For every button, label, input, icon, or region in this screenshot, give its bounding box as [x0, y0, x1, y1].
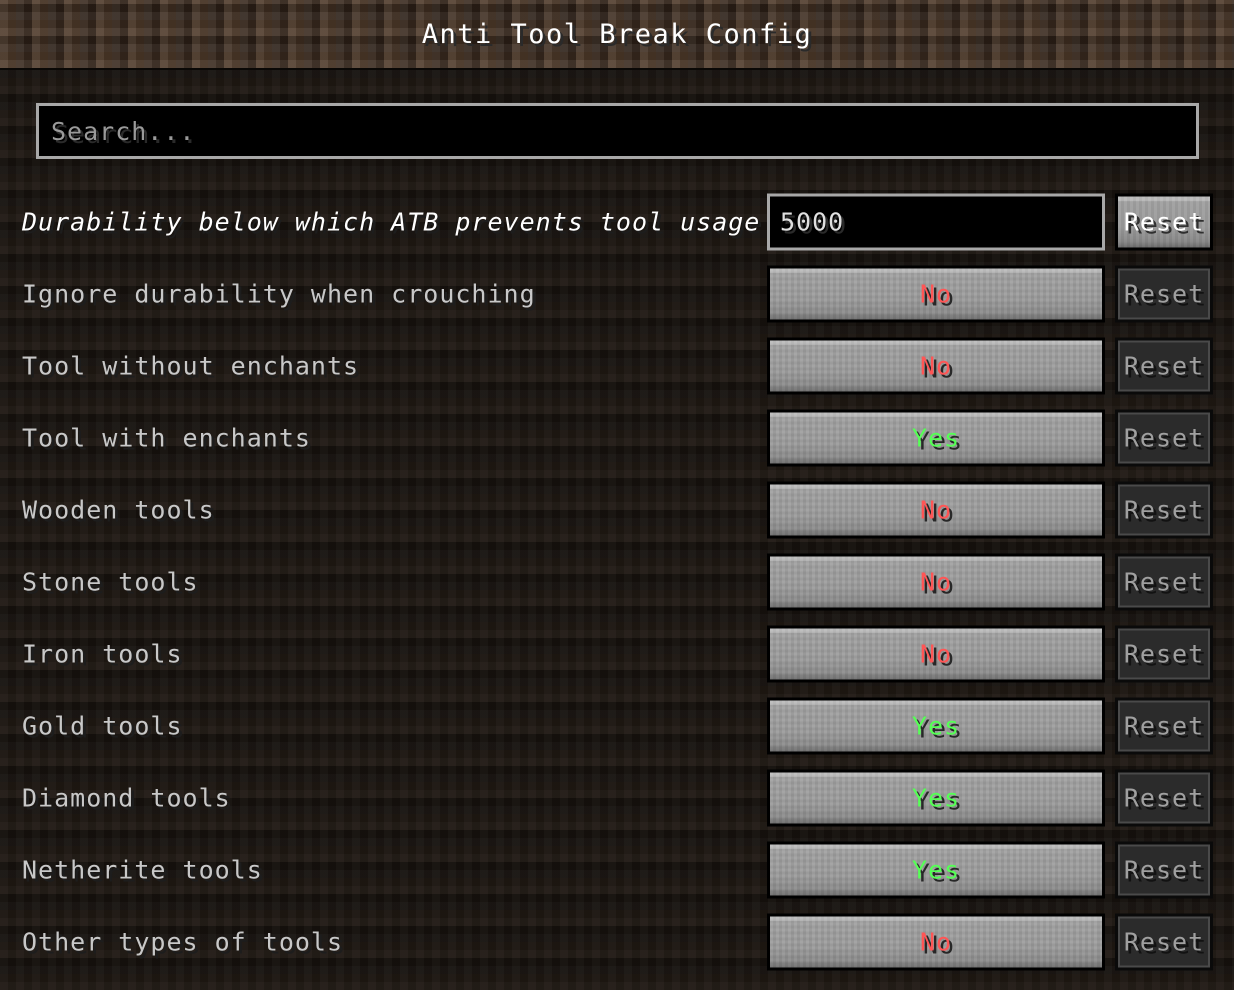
- option-toggle-button[interactable]: No: [767, 625, 1105, 683]
- search-input[interactable]: [51, 106, 1196, 156]
- option-label: Tool with enchants: [22, 423, 311, 453]
- option-toggle-button[interactable]: No: [767, 913, 1105, 971]
- screen-header: Anti Tool Break Config: [0, 0, 1234, 70]
- option-label: Other types of tools: [22, 927, 344, 957]
- option-toggle-value: No: [919, 567, 953, 597]
- option-toggle-value: No: [919, 927, 953, 957]
- option-toggle-value: Yes: [911, 855, 961, 885]
- option-toggle-value: Yes: [911, 423, 961, 453]
- option-row: Stone tools No Reset: [0, 546, 1234, 618]
- option-toggle-button[interactable]: Yes: [767, 409, 1105, 467]
- option-label: Stone tools: [22, 567, 199, 597]
- reset-button: Reset: [1115, 481, 1213, 539]
- option-row: Gold tools Yes Reset: [0, 690, 1234, 762]
- option-toggle-button[interactable]: Yes: [767, 769, 1105, 827]
- option-label: Durability below which ATB prevents tool…: [22, 207, 761, 237]
- option-row: Tool without enchants No Reset: [0, 330, 1234, 402]
- option-toggle-button[interactable]: No: [767, 553, 1105, 611]
- option-row: Iron tools No Reset: [0, 618, 1234, 690]
- option-label: Iron tools: [22, 639, 183, 669]
- reset-button[interactable]: Reset: [1115, 193, 1213, 251]
- reset-button: Reset: [1115, 409, 1213, 467]
- option-row: Wooden tools No Reset: [0, 474, 1234, 546]
- search-field[interactable]: [36, 103, 1199, 159]
- option-row: Other types of tools No Reset: [0, 906, 1234, 978]
- option-toggle-button[interactable]: No: [767, 481, 1105, 539]
- option-toggle-button[interactable]: Yes: [767, 697, 1105, 755]
- option-toggle-value: No: [919, 495, 953, 525]
- option-toggle-value: Yes: [911, 783, 961, 813]
- durability-threshold-input[interactable]: [780, 196, 1102, 248]
- option-toggle-value: No: [919, 351, 953, 381]
- reset-button: Reset: [1115, 337, 1213, 395]
- option-row: Diamond tools Yes Reset: [0, 762, 1234, 834]
- option-label: Wooden tools: [22, 495, 215, 525]
- option-toggle-button[interactable]: Yes: [767, 841, 1105, 899]
- options-list: Durability below which ATB prevents tool…: [0, 186, 1234, 978]
- option-toggle-value: No: [919, 639, 953, 669]
- option-toggle-button[interactable]: No: [767, 265, 1105, 323]
- reset-button: Reset: [1115, 769, 1213, 827]
- option-toggle-value: Yes: [911, 711, 961, 741]
- page-title: Anti Tool Break Config: [421, 18, 813, 50]
- option-label: Ignore durability when crouching: [22, 279, 536, 309]
- reset-button: Reset: [1115, 265, 1213, 323]
- reset-button: Reset: [1115, 913, 1213, 971]
- reset-button: Reset: [1115, 625, 1213, 683]
- option-toggle-value: No: [919, 279, 953, 309]
- config-screen: Anti Tool Break Config Durability below …: [0, 0, 1234, 990]
- option-label: Netherite tools: [22, 855, 263, 885]
- option-row: Netherite tools Yes Reset: [0, 834, 1234, 906]
- option-toggle-button[interactable]: No: [767, 337, 1105, 395]
- option-row: Tool with enchants Yes Reset: [0, 402, 1234, 474]
- option-row: Ignore durability when crouching No Reset: [0, 258, 1234, 330]
- option-value-input[interactable]: [767, 193, 1105, 251]
- reset-button: Reset: [1115, 841, 1213, 899]
- option-label: Diamond tools: [22, 783, 231, 813]
- reset-button: Reset: [1115, 697, 1213, 755]
- option-label: Tool without enchants: [22, 351, 360, 381]
- option-row: Durability below which ATB prevents tool…: [0, 186, 1234, 258]
- option-label: Gold tools: [22, 711, 183, 741]
- reset-button: Reset: [1115, 553, 1213, 611]
